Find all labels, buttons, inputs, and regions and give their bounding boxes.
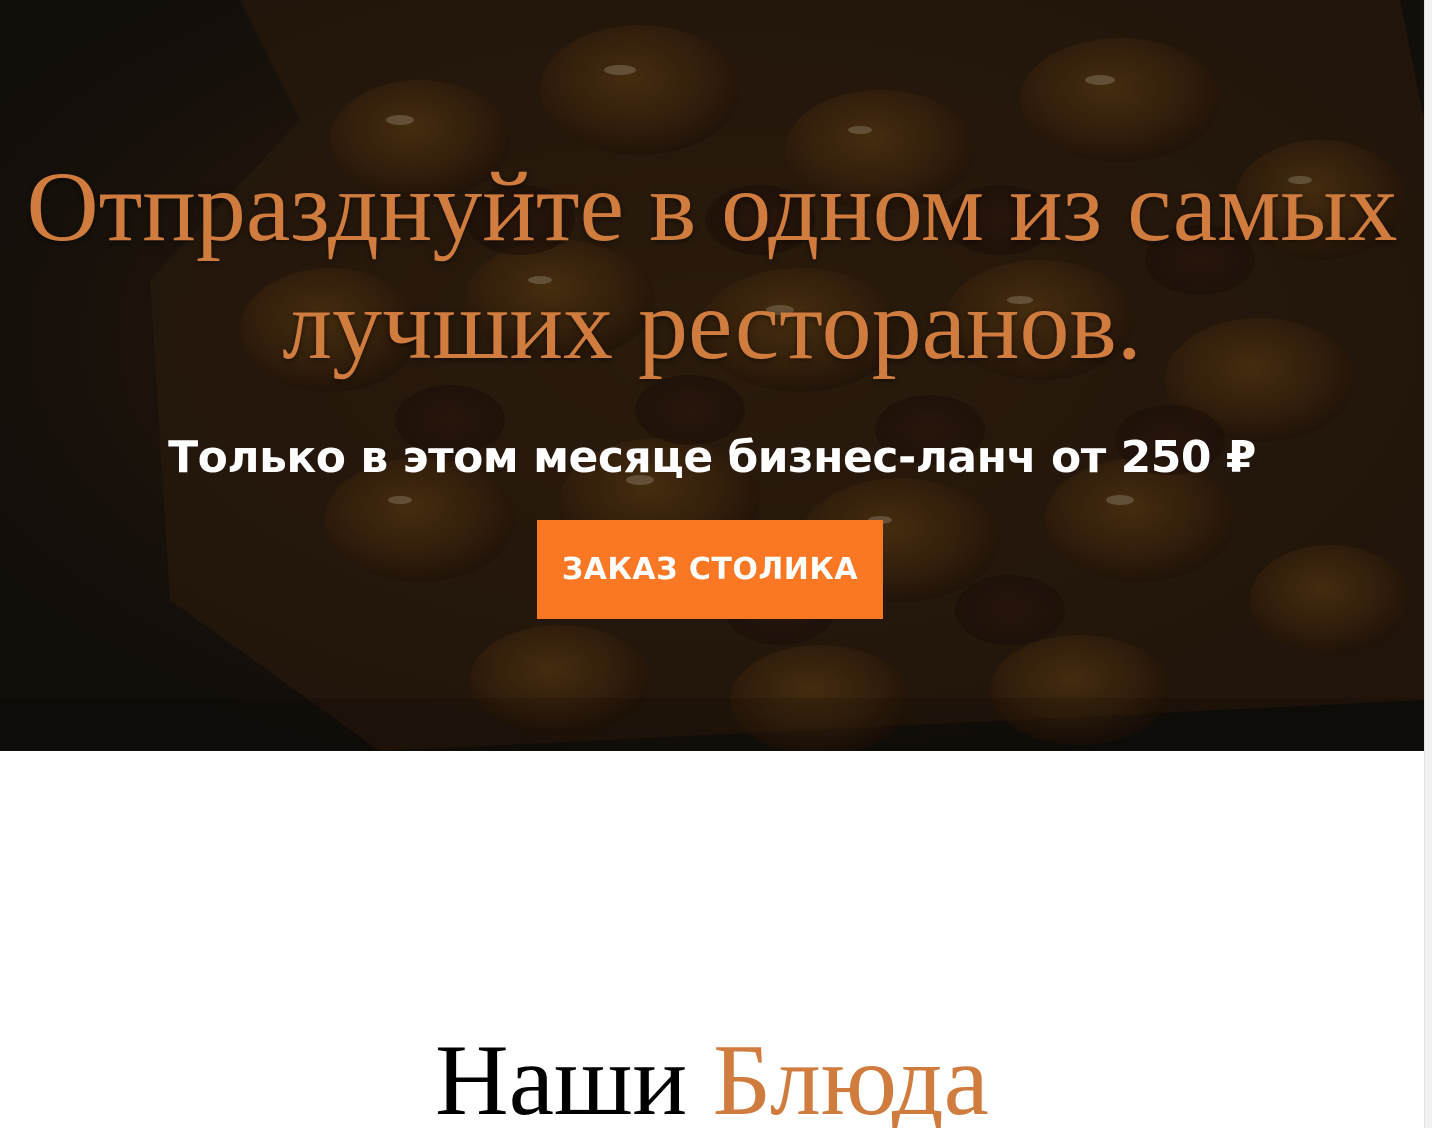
hero-content: Отпразднуйте в одном из самых лучших рес… [0, 0, 1424, 751]
hero-section: Отпразднуйте в одном из самых лучших рес… [0, 0, 1424, 751]
dishes-section: Наши Блюда [0, 751, 1424, 1128]
section-title-accent: Блюда [712, 1024, 989, 1128]
section-title: Наши Блюда [0, 1021, 1424, 1128]
page-scrollbar[interactable] [1424, 0, 1432, 1128]
hero-title: Отпразднуйте в одном из самых лучших рес… [26, 151, 1398, 380]
page: Отпразднуйте в одном из самых лучших рес… [0, 0, 1424, 1128]
hero-subtitle: Только в этом месяце бизнес-ланч от 250 … [168, 432, 1256, 483]
reserve-table-button[interactable]: ЗАКАЗ СТОЛИКА [537, 520, 883, 619]
section-title-part1: Наши [435, 1024, 688, 1128]
